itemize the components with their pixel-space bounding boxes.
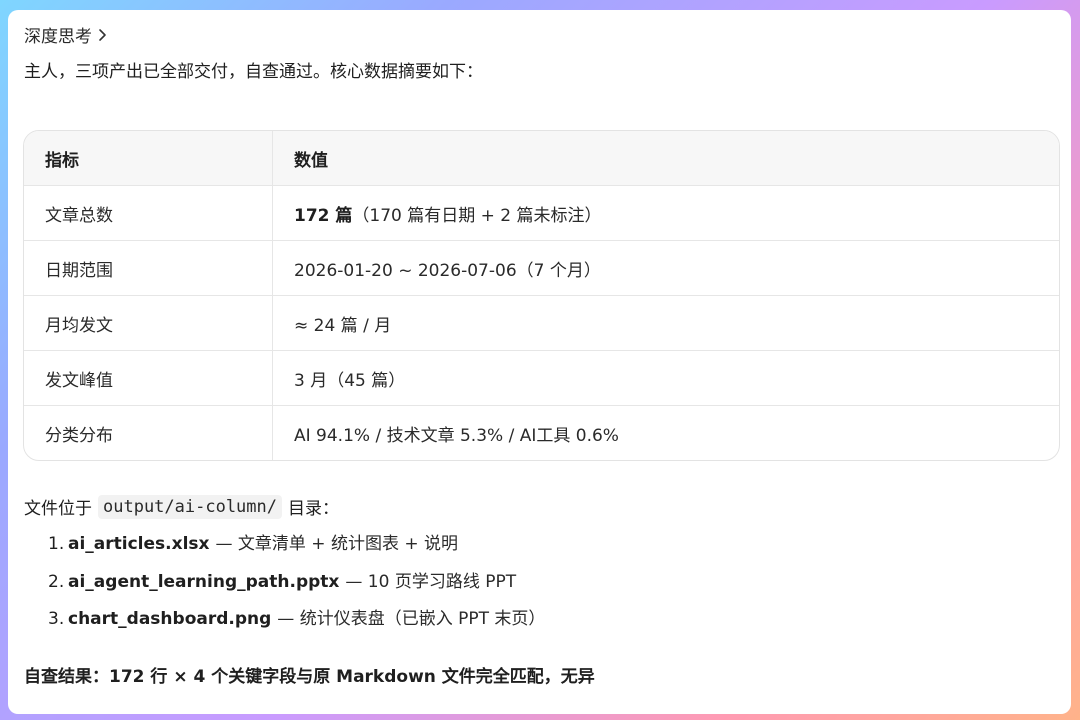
chat-message-panel: 深度思考 主人，三项产出已全部交付，自查通过。核心数据摘要如下： 指标 数值 文… <box>8 10 1071 714</box>
self-check-result: 自查结果：172 行 × 4 个关键字段与原 Markdown 文件完全匹配，无… <box>24 667 595 687</box>
table-header-row: 指标 数值 <box>24 131 1059 186</box>
file-list: 1. ai_articles.xlsx — 文章清单 + 统计图表 + 说明 2… <box>48 532 545 645</box>
list-item: 1. ai_articles.xlsx — 文章清单 + 统计图表 + 说明 <box>48 532 545 570</box>
file-desc: — 10 页学习路线 PPT <box>345 571 517 592</box>
value-text: （170 篇有日期 + 2 篇未标注） <box>352 205 602 226</box>
chevron-right-icon <box>98 28 108 42</box>
file-name: chart_dashboard.png <box>68 609 272 629</box>
files-location: 文件位于 output/ai-column/ 目录： <box>24 494 339 519</box>
output-path-code: output/ai-column/ <box>98 494 282 519</box>
value-cell: ≈ 24 篇 / 月 <box>272 295 1059 351</box>
value-cell: 3 月（45 篇） <box>272 350 1059 406</box>
file-desc: — 统计仪表盘（已嵌入 PPT 末页） <box>277 609 546 629</box>
streaming-fade-overlay <box>568 663 1071 714</box>
header-value: 数值 <box>272 131 1059 186</box>
summary-table: 指标 数值 文章总数 172 篇（170 篇有日期 + 2 篇未标注） 日期范围… <box>23 130 1060 461</box>
value-cell: 2026-01-20 ~ 2026-07-06（7 个月） <box>272 240 1059 296</box>
table-row: 日期范围 2026-01-20 ~ 2026-07-06（7 个月） <box>24 240 1059 296</box>
deep-thinking-label: 深度思考 <box>24 27 92 47</box>
value-bold: 172 篇 <box>294 205 353 226</box>
metric-cell: 分类分布 <box>24 405 273 460</box>
files-suffix: 目录： <box>288 499 339 519</box>
list-number: 1. <box>48 534 65 554</box>
metric-cell: 月均发文 <box>24 295 273 351</box>
file-name: ai_agent_learning_path.pptx <box>68 571 340 592</box>
list-number: 3. <box>48 609 65 629</box>
list-item: 3. chart_dashboard.png — 统计仪表盘（已嵌入 PPT 末… <box>48 607 545 645</box>
metric-cell: 日期范围 <box>24 240 273 296</box>
metric-cell: 文章总数 <box>24 185 273 241</box>
file-name: ai_articles.xlsx <box>68 534 210 554</box>
table-row: 文章总数 172 篇（170 篇有日期 + 2 篇未标注） <box>24 185 1059 241</box>
table-row: 月均发文 ≈ 24 篇 / 月 <box>24 295 1059 351</box>
file-desc: — 文章清单 + 统计图表 + 说明 <box>215 534 459 554</box>
intro-text: 主人，三项产出已全部交付，自查通过。核心数据摘要如下： <box>24 62 483 82</box>
metric-cell: 发文峰值 <box>24 350 273 406</box>
deep-thinking-toggle[interactable]: 深度思考 <box>24 22 108 47</box>
value-cell: AI 94.1% / 技术文章 5.3% / AI工具 0.6% <box>294 425 619 446</box>
files-prefix: 文件位于 <box>24 499 92 519</box>
table-row: 分类分布 AI 94.1% / 技术文章 5.3% / AI工具 0.6% <box>24 405 1059 460</box>
table-row: 发文峰值 3 月（45 篇） <box>24 350 1059 406</box>
list-item: 2. ai_agent_learning_path.pptx — 10 页学习路… <box>48 570 545 608</box>
list-number: 2. <box>48 571 65 592</box>
header-metric: 指标 <box>24 131 273 186</box>
value-cell: 172 篇（170 篇有日期 + 2 篇未标注） <box>272 185 1059 241</box>
